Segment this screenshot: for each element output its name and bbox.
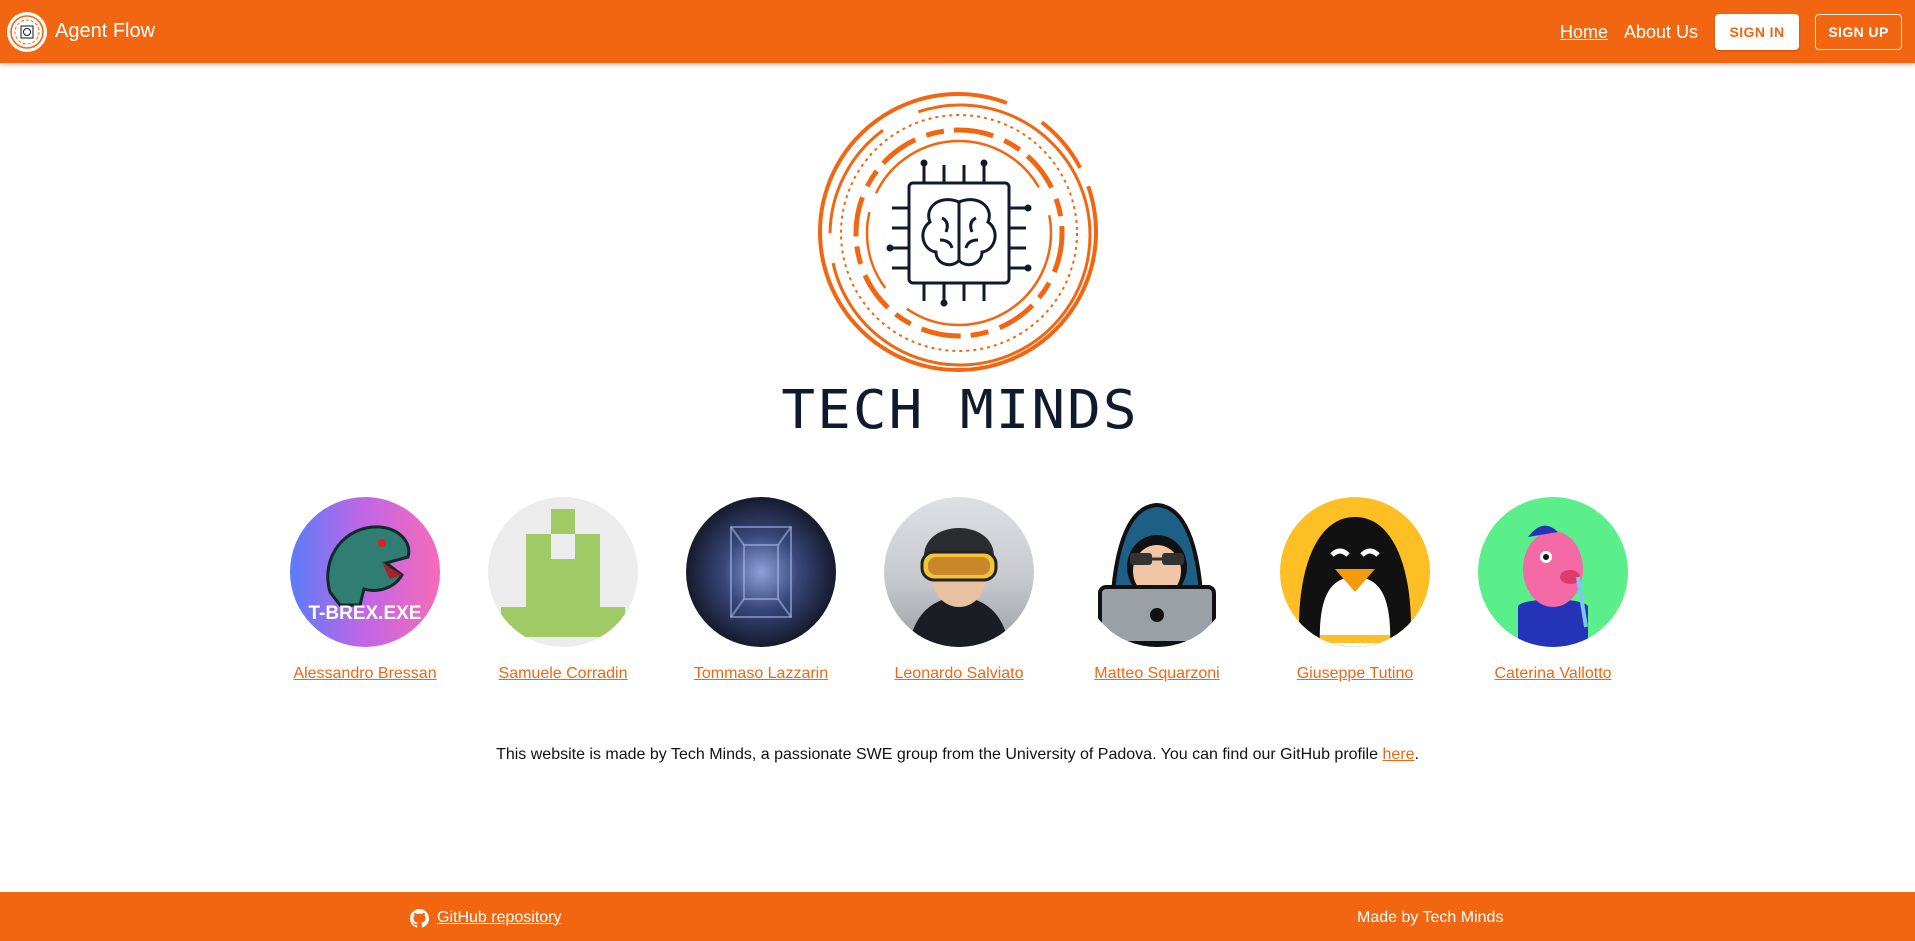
penguin-icon [1299,517,1411,647]
avatar[interactable] [1082,497,1232,647]
pink-creature-icon [1518,525,1588,647]
team-member: Leonardo Salviato [884,497,1034,684]
hacker-laptop-icon [1098,502,1216,647]
sign-up-button[interactable]: SIGN UP [1815,14,1902,50]
member-link[interactable]: Giuseppe Tutino [1260,664,1450,684]
about-suffix: . [1414,746,1419,763]
team-member: T-BREX.EXE Alessandro Bressan [290,497,440,684]
identicon-icon [501,509,625,637]
avatar[interactable] [1478,497,1628,647]
avatar[interactable] [1280,497,1430,647]
nav-about-link[interactable]: About Us [1624,21,1698,43]
github-profile-link[interactable]: here [1382,746,1414,763]
about-paragraph: This website is made by Tech Minds, a pa… [0,745,1915,765]
avatar[interactable] [488,497,638,647]
sign-in-button[interactable]: SIGN IN [1715,14,1799,50]
brain-chip-icon [818,92,1098,372]
team-member: Caterina Vallotto [1478,497,1628,684]
github-repository-link[interactable]: GitHub repository [410,908,562,928]
member-link[interactable]: Caterina Vallotto [1458,664,1648,684]
about-text: This website is made by Tech Minds, a pa… [496,746,1383,763]
avatar[interactable] [884,497,1034,647]
team-member: Matteo Squarzoni [1082,497,1232,684]
top-app-bar: Agent Flow Home About Us SIGN IN SIGN UP [0,0,1915,63]
made-by-text: Made by Tech Minds [1357,909,1504,926]
member-link[interactable]: Samuele Corradin [468,664,658,684]
team-member: Giuseppe Tutino [1280,497,1430,684]
person-skier-icon [909,528,1009,647]
avatar[interactable]: T-BREX.EXE [290,497,440,647]
app-name[interactable]: Agent Flow [55,19,155,43]
avatar-caption: T-BREX.EXE [308,603,422,624]
team-member: Tommaso Lazzarin [686,497,836,684]
hero-title: TECH MINDS [781,379,1139,441]
brand-logo-icon[interactable] [7,12,47,52]
avatar[interactable] [686,497,836,647]
member-link[interactable]: Leonardo Salviato [864,664,1054,684]
github-repository-label[interactable]: GitHub repository [437,908,562,928]
member-link[interactable]: Matteo Squarzoni [1062,664,1252,684]
abstract-tunnel-icon [730,526,792,618]
team-member: Samuele Corradin [488,497,638,684]
nav-home-link[interactable]: Home [1560,21,1608,43]
github-icon [410,908,429,928]
tech-minds-logo [814,90,1104,380]
footer: GitHub repository Made by Tech Minds [0,892,1915,941]
member-link[interactable]: Tommaso Lazzarin [666,664,856,684]
member-link[interactable]: Alessandro Bressan [270,664,460,684]
